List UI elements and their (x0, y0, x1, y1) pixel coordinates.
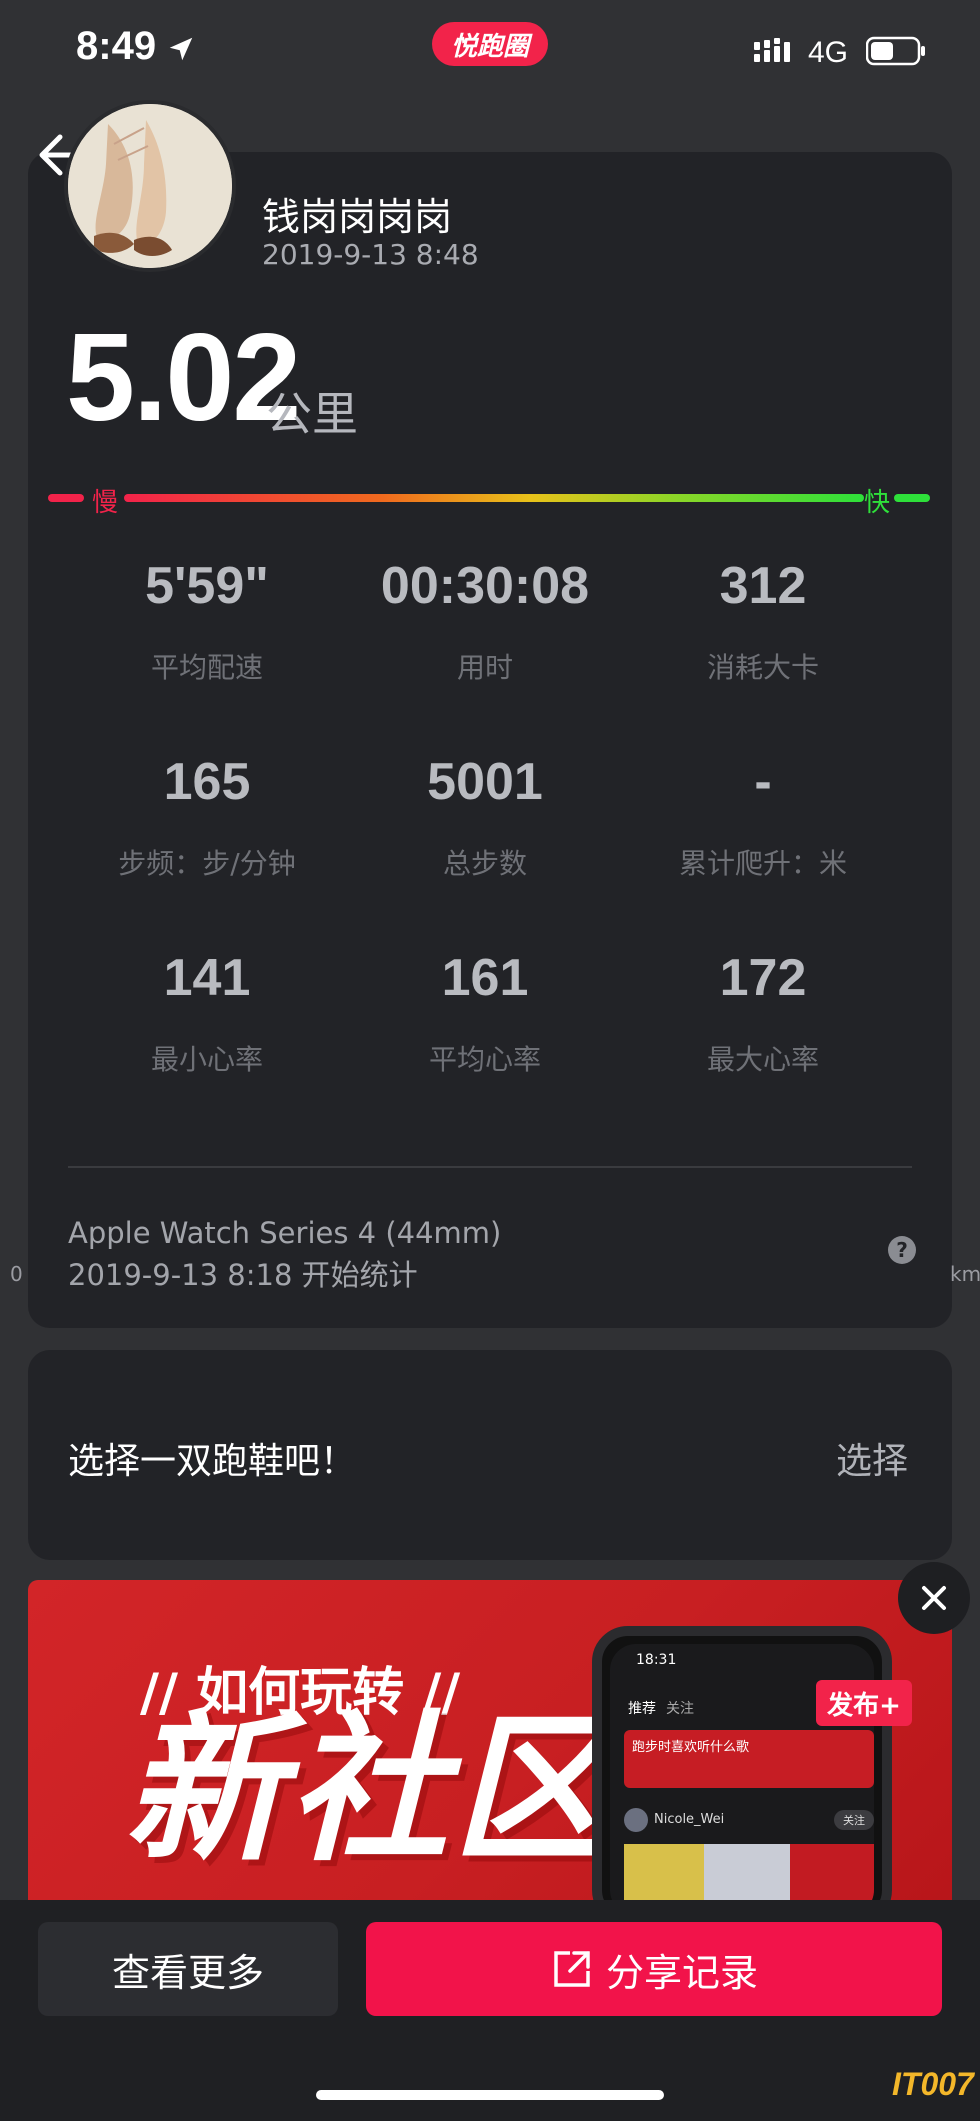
phone-time: 18:31 (636, 1652, 677, 1668)
banner-title: 新社区 (124, 1696, 617, 1883)
stat-cadence: 165 步频：步/分钟 (68, 756, 346, 882)
distance-value: 5.02 (66, 309, 301, 447)
phone-card-title: 跑步时喜欢听什么歌 (632, 1740, 750, 1755)
stat-max-heart-rate: 172 最大心率 (624, 952, 902, 1078)
phone-user-name: Nicole_Wei (654, 1812, 725, 1827)
home-indicator (316, 2090, 664, 2100)
signal-bars-icon (754, 38, 790, 62)
record-start-time: 2019-9-13 8:18 开始统计 (68, 1258, 418, 1292)
stat-duration: 00:30:08 用时 (346, 560, 624, 686)
network-label: 4G (808, 36, 849, 69)
phone-tile (624, 1844, 704, 1900)
phone-user-avatar (624, 1808, 648, 1832)
stat-avg-heart-rate: 161 平均心率 (346, 952, 624, 1078)
stat-value: 141 (163, 949, 251, 1007)
share-record-label: 分享记录 (605, 1950, 758, 1995)
stat-label: 步频：步/分钟 (118, 847, 296, 880)
pace-slow-label: 慢 (92, 488, 119, 518)
status-bar: 8:49 悦跑圈 4G (0, 0, 980, 110)
share-icon (554, 1951, 590, 1987)
stats-grid: 5'59" 平均配速 00:30:08 用时 312 消耗大卡 165 步频：步… (68, 560, 902, 1100)
close-icon (922, 1586, 946, 1610)
stat-label: 累计爬升：米 (678, 847, 847, 880)
phone-feature-card: 跑步时喜欢听什么歌 (624, 1730, 874, 1788)
device-name: Apple Watch Series 4 (44mm) (68, 1216, 502, 1250)
edge-label-right: km (950, 1262, 980, 1286)
share-record-button[interactable]: 分享记录 (366, 1922, 942, 2016)
pace-fast-label: 快 (864, 488, 891, 518)
stat-label: 最大心率 (706, 1043, 819, 1076)
stat-calories: 312 消耗大卡 (624, 560, 902, 686)
stat-total-steps: 5001 总步数 (346, 756, 624, 882)
shoe-prompt: 选择一双跑鞋吧！ (68, 1441, 357, 1482)
stat-value: 00:30:08 (380, 557, 590, 615)
watermark-logo: IT007 (892, 2066, 974, 2102)
stat-value: - (754, 753, 772, 811)
view-more-button[interactable]: 查看更多 (38, 1922, 338, 2016)
phone-tab-recommend: 推荐 (628, 1701, 656, 1717)
edge-label-left: 0 (10, 1262, 23, 1286)
phone-tab-follow: 关注 (666, 1701, 694, 1717)
phone-tile (704, 1844, 790, 1900)
username: 钱岗岗岗岗 (262, 195, 453, 239)
shoe-select-button[interactable]: 选择 (836, 1432, 908, 1484)
stat-label: 最小心率 (150, 1043, 263, 1076)
location-arrow-icon (169, 37, 193, 61)
battery-icon (866, 36, 925, 66)
close-banner-button[interactable] (898, 1562, 970, 1634)
stat-value: 165 (163, 753, 251, 811)
stat-value: 161 (441, 949, 529, 1007)
stat-value: 5001 (427, 753, 543, 811)
pace-gradient-bar (48, 494, 930, 502)
stat-value: 5'59" (145, 557, 269, 615)
community-promo-banner[interactable]: // 如何玩转 // 新社区 18:31 推荐 关注 跑步时喜欢听什么歌 Nic… (28, 1580, 952, 1900)
stat-label: 消耗大卡 (706, 651, 819, 684)
stat-min-heart-rate: 141 最小心率 (68, 952, 346, 1078)
ballet-shoes-photo (68, 104, 232, 268)
stat-elevation: - 累计爬升：米 (624, 756, 902, 882)
phone-tile (790, 1844, 874, 1900)
stat-avg-pace: 5'59" 平均配速 (68, 560, 346, 686)
stat-label: 平均心率 (428, 1043, 541, 1076)
publish-button[interactable]: 发布+ (816, 1680, 912, 1726)
record-datetime: 2019-9-13 8:48 (262, 238, 479, 271)
phone-mockup: 18:31 推荐 关注 跑步时喜欢听什么歌 Nicole_Wei 关注 (592, 1626, 892, 1900)
stat-value: 172 (719, 949, 807, 1007)
phone-follow-button: 关注 (834, 1810, 874, 1830)
stat-label: 用时 (456, 651, 513, 684)
status-time: 8:49 (76, 24, 157, 68)
help-icon[interactable]: ? (888, 1236, 916, 1264)
stat-label: 平均配速 (150, 651, 263, 684)
brand-logo: 悦跑圈 (432, 22, 548, 66)
avatar[interactable] (64, 100, 236, 272)
stat-value: 312 (719, 557, 807, 615)
divider (68, 1166, 912, 1168)
stat-label: 总步数 (442, 847, 527, 880)
distance-unit: 公里 (266, 387, 358, 441)
